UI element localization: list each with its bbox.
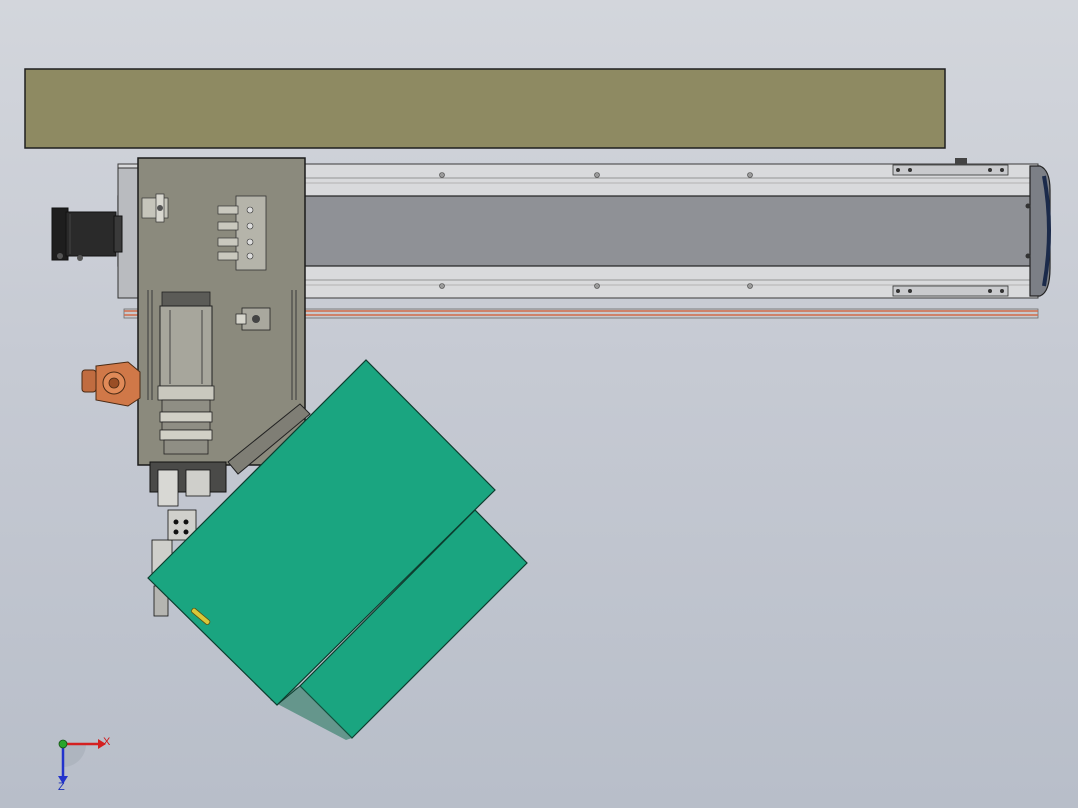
axis-triad: X Z [58, 736, 111, 793]
overhead-beam[interactable] [24, 68, 946, 149]
carriage-assembly[interactable] [137, 157, 306, 466]
sensor-bracket [141, 193, 169, 223]
rotary-actuator[interactable] [81, 361, 141, 407]
servo-motor[interactable] [51, 207, 123, 261]
vertical-cylinder [157, 291, 215, 455]
triad-z-label: Z [58, 781, 65, 793]
triad-x-label: X [103, 736, 111, 748]
cad-viewport[interactable]: X Z [0, 0, 1078, 808]
cad-model-render[interactable]: X Z [0, 0, 1078, 808]
